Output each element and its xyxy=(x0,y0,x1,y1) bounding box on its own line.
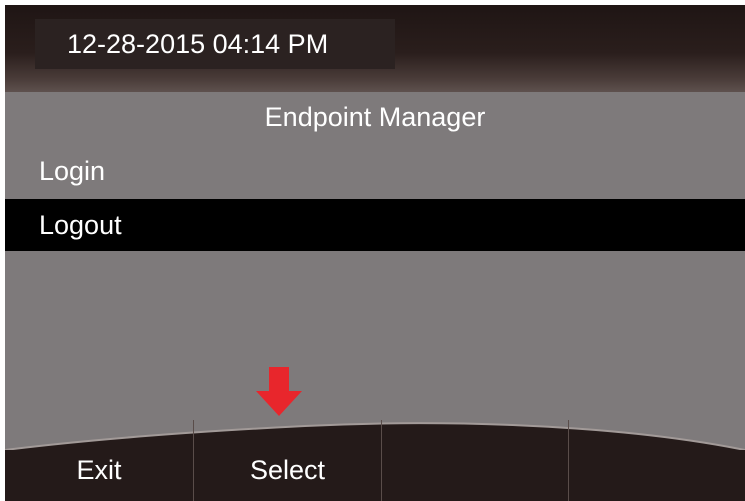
menu-item-login[interactable]: Login xyxy=(5,145,745,197)
status-header: 12-28-2015 04:14 PM xyxy=(5,5,745,92)
softkey-select-button[interactable]: Select xyxy=(194,420,381,501)
phone-screen: 12-28-2015 04:14 PM Endpoint Manager Log… xyxy=(5,5,745,501)
softkey-4-button[interactable] xyxy=(569,420,745,501)
datetime-display: 12-28-2015 04:14 PM xyxy=(35,19,395,69)
menu-item-logout[interactable]: Logout xyxy=(5,199,745,251)
down-arrow-icon xyxy=(256,367,302,416)
softkey-exit-button[interactable]: Exit xyxy=(5,420,193,501)
softkey-bar: Exit Select xyxy=(5,420,745,501)
page-title: Endpoint Manager xyxy=(264,102,486,132)
softkey-3-button[interactable] xyxy=(382,420,568,501)
